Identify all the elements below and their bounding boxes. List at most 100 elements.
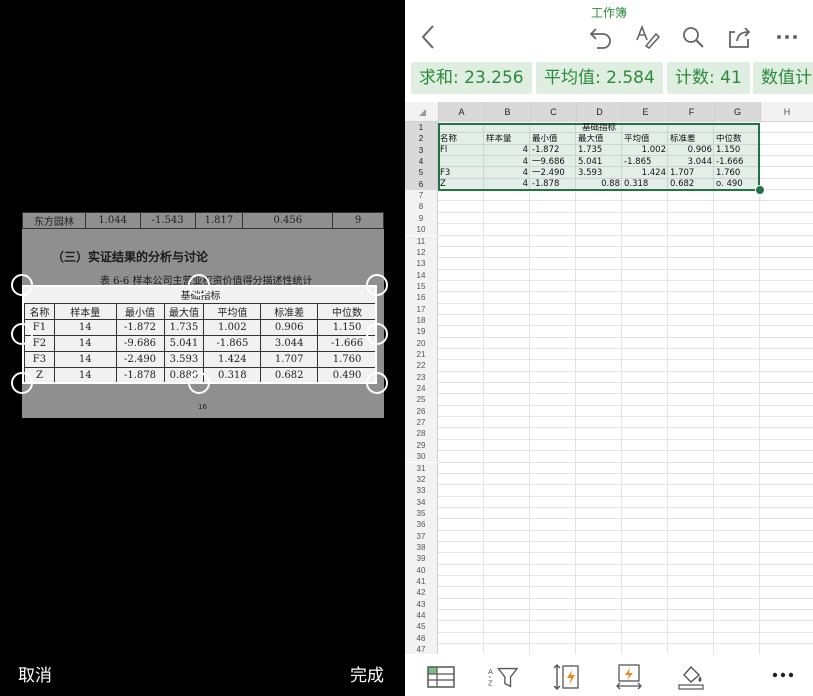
average-stat[interactable]: 平均值: 2.584: [536, 62, 663, 94]
row-header[interactable]: 26: [405, 405, 438, 418]
row-header[interactable]: 12: [405, 246, 438, 259]
share-icon[interactable]: [725, 22, 755, 52]
row-header[interactable]: 13: [405, 258, 438, 270]
row-header[interactable]: 5: [405, 167, 438, 179]
row-header[interactable]: 22: [405, 360, 438, 372]
row-header[interactable]: 29: [405, 439, 438, 452]
done-button[interactable]: 完成: [350, 661, 384, 686]
more-icon[interactable]: [772, 22, 802, 52]
row-header[interactable]: 17: [405, 303, 438, 315]
crop-handle-top-middle[interactable]: [188, 274, 210, 296]
row-header[interactable]: 9: [405, 212, 438, 225]
cell-f3[interactable]: 0.906: [668, 145, 714, 156]
flash-fill-icon[interactable]: [551, 662, 583, 692]
cell-d2[interactable]: 最大值: [576, 134, 622, 145]
column-header-a[interactable]: A: [438, 102, 484, 122]
row-header[interactable]: 33: [405, 485, 438, 497]
row-header[interactable]: 2: [405, 133, 438, 145]
row-header[interactable]: 10: [405, 224, 438, 236]
fill-color-icon[interactable]: [675, 662, 707, 692]
row-header[interactable]: 20: [405, 337, 438, 349]
cell-d4[interactable]: 5.041: [576, 157, 622, 168]
cell-g5[interactable]: 1.760: [714, 168, 760, 179]
cell-f6[interactable]: 0.682: [668, 179, 714, 190]
row-header[interactable]: 8: [405, 201, 438, 213]
row-header[interactable]: 6: [405, 178, 438, 191]
cell-a2[interactable]: 名称: [438, 134, 484, 145]
cell-d1[interactable]: 基础指标: [576, 123, 622, 134]
autofit-icon[interactable]: [613, 662, 645, 692]
sum-stat[interactable]: 求和: 23.256: [411, 62, 532, 94]
cell-e2[interactable]: 平均值: [622, 134, 668, 145]
row-header[interactable]: 40: [405, 564, 438, 576]
cell-b6[interactable]: 4: [484, 179, 530, 190]
select-all-corner[interactable]: [405, 102, 438, 122]
search-icon[interactable]: [678, 22, 708, 52]
crop-handle-top-left[interactable]: [11, 274, 33, 296]
column-header-b[interactable]: B: [484, 102, 530, 122]
cell-b3[interactable]: 4: [484, 145, 530, 156]
cell-d5[interactable]: 3.593: [576, 168, 622, 179]
row-header[interactable]: 32: [405, 473, 438, 486]
cell-f5[interactable]: 1.707: [668, 168, 714, 179]
count-stat[interactable]: 计数: 41: [667, 62, 750, 94]
row-header[interactable]: 4: [405, 156, 438, 168]
cell-b4[interactable]: 4: [484, 157, 530, 168]
crop-handle-bottom-left[interactable]: [11, 372, 33, 394]
cell-grid[interactable]: [438, 122, 813, 654]
table-icon[interactable]: [425, 662, 457, 692]
row-header[interactable]: 3: [405, 144, 438, 157]
row-header[interactable]: 25: [405, 394, 438, 406]
row-header[interactable]: 24: [405, 383, 438, 395]
format-text-icon[interactable]: [633, 22, 663, 52]
cell-e4[interactable]: -1.865: [622, 157, 668, 168]
row-header[interactable]: 42: [405, 587, 438, 599]
cell-b2[interactable]: 样本量: [484, 134, 530, 145]
cell-f2[interactable]: 标准差: [668, 134, 714, 145]
crop-handle-right-middle[interactable]: [366, 323, 388, 345]
row-header[interactable]: 15: [405, 280, 438, 293]
numeric-count-stat[interactable]: 数值计: [753, 62, 813, 94]
cell-a6[interactable]: Z: [438, 179, 484, 190]
cell-e5[interactable]: 1.424: [622, 168, 668, 179]
column-header-h[interactable]: H: [760, 102, 813, 122]
column-header-g[interactable]: G: [714, 102, 760, 122]
row-header[interactable]: 47: [405, 644, 438, 654]
cell-c6[interactable]: -1.878: [530, 179, 576, 190]
cell-a5[interactable]: F3: [438, 168, 484, 179]
row-header[interactable]: 31: [405, 462, 438, 474]
spreadsheet-grid[interactable]: A B C D E F G H 1 2 3 4 5 6 7 8 9 10 11 12 13 14 15 16 1…: [405, 102, 813, 654]
row-header[interactable]: 7: [405, 190, 438, 202]
column-header-e[interactable]: E: [622, 102, 668, 122]
column-header-d[interactable]: D: [576, 102, 622, 122]
cell-g3[interactable]: 1.150: [714, 145, 760, 156]
column-header-f[interactable]: F: [668, 102, 714, 122]
crop-handle-bottom-right[interactable]: [366, 372, 388, 394]
cell-c3[interactable]: -1.872: [530, 145, 576, 156]
row-header[interactable]: 34: [405, 496, 438, 508]
row-header[interactable]: 28: [405, 428, 438, 440]
row-header[interactable]: 1: [405, 122, 438, 134]
cell-c5[interactable]: 一2.490: [530, 168, 576, 179]
row-header[interactable]: 43: [405, 598, 438, 611]
more-horizontal-icon[interactable]: [753, 654, 813, 696]
row-header[interactable]: 16: [405, 292, 438, 304]
crop-handle-top-right[interactable]: [366, 274, 388, 296]
back-icon[interactable]: [413, 22, 443, 52]
row-header[interactable]: 37: [405, 530, 438, 542]
row-header[interactable]: 38: [405, 541, 438, 554]
row-header[interactable]: 23: [405, 371, 438, 384]
cell-d3[interactable]: 1.735: [576, 145, 622, 156]
row-header[interactable]: 27: [405, 417, 438, 429]
cell-g4[interactable]: -1.666: [714, 157, 760, 168]
cell-g2[interactable]: 中位数: [714, 134, 760, 145]
sort-filter-icon[interactable]: AZ: [487, 662, 519, 692]
cancel-button[interactable]: 取消: [18, 661, 52, 686]
cell-f4[interactable]: 3.044: [668, 157, 714, 168]
crop-handle-left-middle[interactable]: [11, 323, 33, 345]
cell-e6[interactable]: 0.318: [622, 179, 668, 190]
row-header[interactable]: 46: [405, 632, 438, 645]
row-header[interactable]: 35: [405, 507, 438, 520]
cell-c4[interactable]: 一9.686: [530, 157, 576, 168]
row-header[interactable]: 11: [405, 235, 438, 247]
